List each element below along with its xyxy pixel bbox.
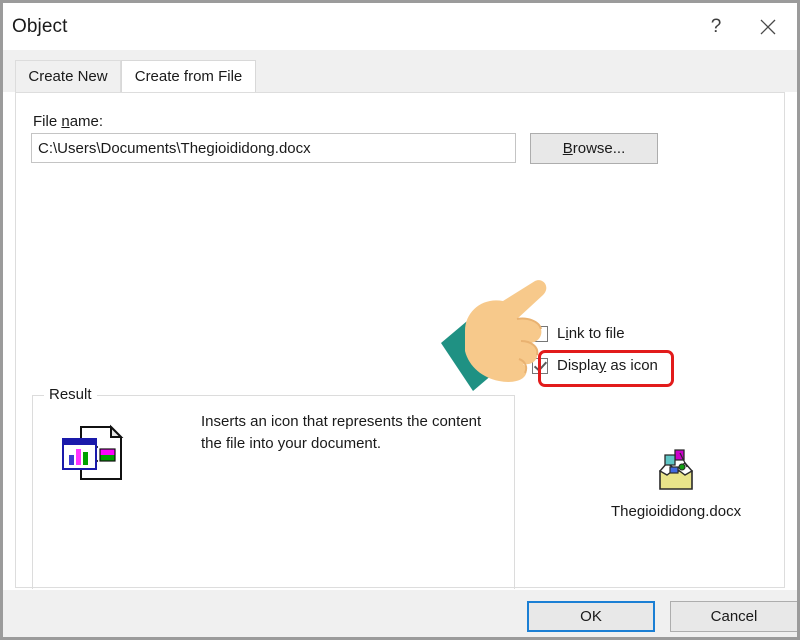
tab-create-from-file-label: Create from File bbox=[134, 68, 243, 85]
close-x-icon bbox=[759, 18, 777, 36]
tab-create-new[interactable]: Create New bbox=[15, 60, 121, 92]
browse-accel-key: B bbox=[562, 140, 573, 157]
package-box-icon bbox=[651, 445, 701, 495]
ole-document-chart-icon bbox=[59, 421, 125, 485]
question-mark-icon: ? bbox=[710, 15, 722, 37]
object-dialog: Object ? Create New Create from File Fil… bbox=[0, 0, 800, 640]
help-button[interactable]: ? bbox=[693, 3, 739, 50]
result-description: Inserts an icon that represents the cont… bbox=[201, 413, 482, 452]
cancel-button[interactable]: Cancel bbox=[670, 601, 797, 632]
tab-create-from-file[interactable]: Create from File bbox=[121, 60, 256, 92]
checkbox-label-display-as-icon: Display as icon bbox=[557, 357, 658, 374]
checkbox-box-link-to-file[interactable] bbox=[532, 325, 548, 342]
checkbox-label-link-to-file: Link to file bbox=[557, 325, 625, 342]
checkbox-display-as-icon[interactable]: Display as icon bbox=[532, 357, 658, 374]
tab-create-new-label: Create New bbox=[28, 68, 108, 85]
file-name-accel-key: n bbox=[61, 113, 70, 130]
title-bar: Object ? bbox=[3, 3, 797, 50]
ok-button[interactable]: OK bbox=[527, 601, 655, 632]
close-button[interactable] bbox=[745, 3, 791, 50]
dialog-footer: OK Cancel bbox=[3, 589, 797, 637]
checkbox-link-to-file[interactable]: Link to file bbox=[532, 325, 625, 342]
dialog-title: Object bbox=[12, 16, 68, 37]
tab-strip: Create New Create from File bbox=[3, 50, 797, 92]
file-preview: Thegioididong.docx bbox=[611, 445, 741, 520]
checkbox-box-display-as-icon[interactable] bbox=[532, 357, 548, 374]
file-name-input[interactable] bbox=[31, 133, 516, 163]
browse-button[interactable]: Browse... bbox=[530, 133, 658, 164]
file-name-label: File name: bbox=[33, 113, 104, 130]
file-preview-label: Thegioididong.docx bbox=[611, 503, 742, 520]
tab-content-panel: File name: Browse... Link to file Displa… bbox=[15, 92, 785, 637]
result-group-legend: Result bbox=[44, 386, 97, 403]
